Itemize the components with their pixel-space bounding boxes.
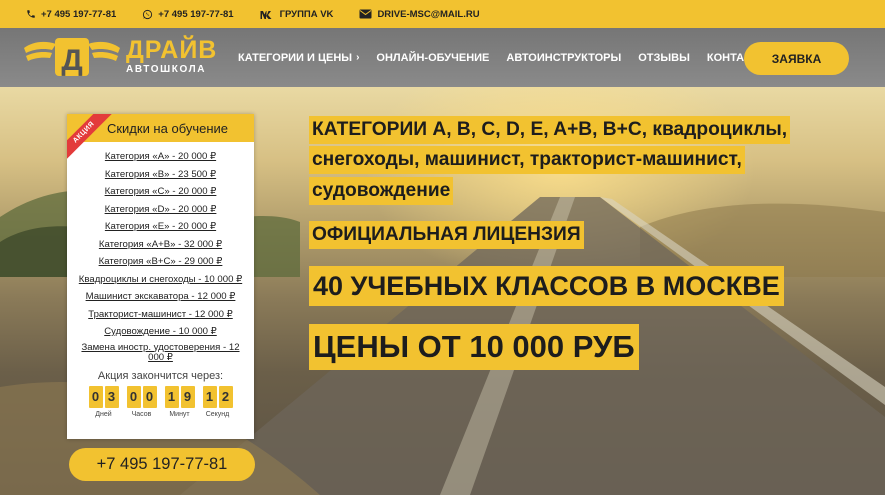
nav-item-instructors[interactable]: АВТОИНСТРУКТОРЫ — [506, 52, 621, 64]
timer-digit: 0 — [142, 385, 157, 408]
timer-minutes: 19 Минут — [164, 385, 196, 418]
timer-days-digits: 03 — [88, 385, 120, 408]
topbar-phone-1[interactable]: +7 495 197-77-81 — [26, 9, 116, 20]
mail-icon — [359, 9, 372, 19]
top-contact-bar: +7 495 197-77-81 +7 495 197-77-81 ГРУППА… — [0, 0, 885, 28]
logo-letter: Д — [61, 44, 82, 77]
logo-name: ДРАЙВ — [126, 36, 218, 64]
topbar-email-link[interactable]: DRIVE-MSC@MAIL.RU — [359, 8, 480, 20]
nav-item-categories-label: КАТЕГОРИИ И ЦЕНЫ — [238, 51, 353, 64]
logo-subtitle: АВТОШКОЛА — [126, 64, 207, 75]
price-link-category-a[interactable]: Категория «A» - 20 000 ₽ — [67, 148, 254, 166]
timer-hours-unit: Часов — [131, 410, 152, 418]
timer-digit: 3 — [104, 385, 119, 408]
call-phone-button[interactable]: +7 495 197-77-81 — [69, 448, 255, 481]
price-link-excavator[interactable]: Машинист экскаватора - 12 000 ₽ — [67, 288, 254, 306]
request-button[interactable]: ЗАЯВКА — [744, 42, 849, 75]
timer-digit: 0 — [88, 385, 103, 408]
logo[interactable]: Д ДРАЙВ АВТОШКОЛА — [22, 34, 222, 80]
timer-hours-digits: 00 — [126, 385, 158, 408]
price-link-boating[interactable]: Судовождение - 10 000 ₽ — [67, 323, 254, 341]
phone-icon — [26, 9, 36, 19]
nav-item-reviews-label: ОТЗЫВЫ — [638, 51, 690, 64]
timer-digit: 1 — [164, 385, 179, 408]
price-link-category-bc[interactable]: Категория «B+C» - 29 000 ₽ — [67, 253, 254, 271]
nav-menu: КАТЕГОРИИ И ЦЕНЫ › ОНЛАЙН-ОБУЧЕНИЕ АВТОИ… — [238, 28, 786, 87]
timer-days: 03 Дней — [88, 385, 120, 418]
timer-seconds-unit: Секунд — [205, 410, 230, 418]
headline-classes: 40 УЧЕБНЫХ КЛАССОВ В МОСКВЕ — [309, 266, 784, 306]
chevron-right-icon: › — [356, 52, 360, 63]
timer-seconds: 12 Секунд — [202, 385, 234, 418]
price-link-foreign-license[interactable]: Замена иностр. удостоверения - 12 000 ₽ — [67, 341, 254, 363]
countdown-timer: 03 Дней 00 Часов 19 Минут 12 Секунд — [67, 385, 254, 418]
timer-minutes-unit: Минут — [169, 410, 190, 418]
timer-days-unit: Дней — [95, 410, 112, 418]
timer-minutes-digits: 19 — [164, 385, 196, 408]
nav-item-categories[interactable]: КАТЕГОРИИ И ЦЕНЫ › — [238, 52, 359, 64]
timer-digit: 2 — [218, 385, 233, 408]
headline-license: ОФИЦИАЛЬНАЯ ЛИЦЕНЗИЯ — [309, 221, 584, 249]
topbar-vk-link[interactable]: ГРУППА VK — [260, 8, 334, 20]
nav-item-instructors-label: АВТОИНСТРУКТОРЫ — [506, 51, 622, 64]
headline-categories-line-1: КАТЕГОРИИ A, B, C, D, E, A+B, B+C, квадр… — [309, 116, 791, 144]
timer-digit: 1 — [202, 385, 217, 408]
price-link-category-ab[interactable]: Категория «A+B» - 32 000 ₽ — [67, 236, 254, 254]
headline-categories-line-2: снегоходы, машинист, тракторист-машинист… — [309, 146, 745, 174]
price-link-category-c[interactable]: Категория «C» - 20 000 ₽ — [67, 183, 254, 201]
price-list: Категория «A» - 20 000 ₽ Категория «B» -… — [67, 142, 254, 363]
nav-item-online-learning[interactable]: ОНЛАЙН-ОБУЧЕНИЕ — [376, 52, 489, 64]
headline-price: ЦЕНЫ ОТ 10 000 РУБ — [309, 324, 639, 370]
headline-categories-line-3: судовождение — [309, 177, 454, 205]
topbar-phone-2-text: +7 495 197-77-81 — [158, 8, 234, 20]
vk-icon — [260, 10, 275, 19]
nav-item-online-learning-label: ОНЛАЙН-ОБУЧЕНИЕ — [376, 51, 490, 64]
topbar-phone-2[interactable]: +7 495 197-77-81 — [142, 8, 234, 20]
topbar-vk-text: ГРУППА VK — [279, 8, 334, 20]
price-link-category-d[interactable]: Категория «D» - 20 000 ₽ — [67, 201, 254, 219]
timer-digit: 9 — [180, 385, 195, 408]
promo-countdown-label: Акция закончится через: — [97, 369, 224, 382]
timer-digit: 0 — [126, 385, 141, 408]
price-link-category-b[interactable]: Категория «B» - 23 500 ₽ — [67, 166, 254, 184]
discount-card: АКЦИЯ Скидки на обучение Категория «A» -… — [67, 114, 254, 439]
topbar-phone-1-text: +7 495 197-77-81 — [41, 8, 117, 20]
timer-seconds-digits: 12 — [202, 385, 234, 408]
price-link-category-e[interactable]: Категория «E» - 20 000 ₽ — [67, 218, 254, 236]
price-link-tractor[interactable]: Тракторист-машинист - 12 000 ₽ — [67, 306, 254, 324]
timer-hours: 00 Часов — [126, 385, 158, 418]
topbar-email-text: DRIVE-MSC@MAIL.RU — [377, 8, 480, 20]
nav-item-reviews[interactable]: ОТЗЫВЫ — [638, 52, 690, 64]
price-link-quads-snowmobiles[interactable]: Квадроциклы и снегоходы - 10 000 ₽ — [67, 271, 254, 289]
main-navigation: Д ДРАЙВ АВТОШКОЛА КАТЕГОРИИ И ЦЕНЫ › ОНЛ… — [0, 28, 885, 87]
whatsapp-icon — [142, 9, 153, 20]
logo-wings-icon: Д — [24, 38, 120, 77]
